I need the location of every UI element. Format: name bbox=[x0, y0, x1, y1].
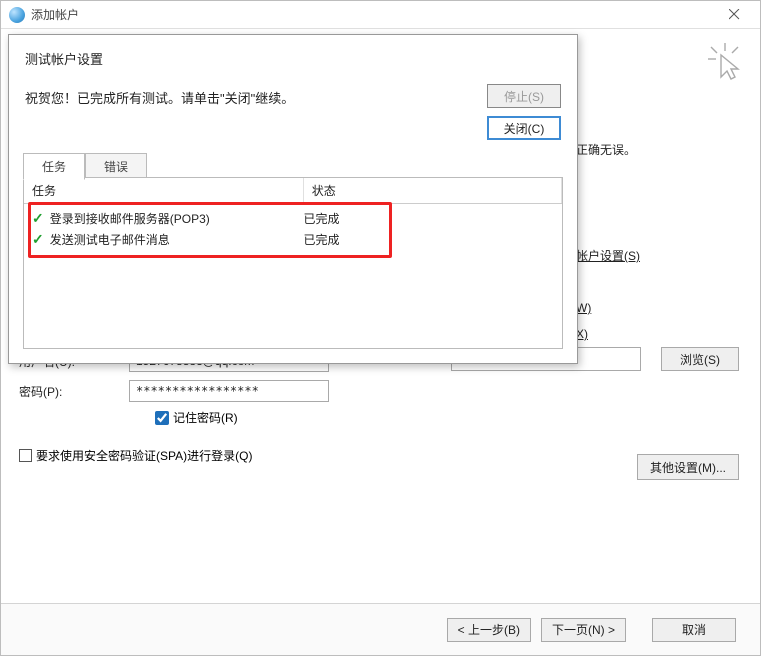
dialog-close-button[interactable]: 关闭(C) bbox=[487, 116, 561, 140]
remember-password-checkbox[interactable] bbox=[155, 411, 169, 425]
password-row: 密码(P): bbox=[19, 380, 742, 402]
task-body: ✓ 登录到接收邮件服务器(POP3) 已完成 ✓ 发送测试电子邮件消息 已完成 bbox=[24, 204, 562, 254]
cancel-label: 取消 bbox=[682, 621, 706, 638]
cancel-button[interactable]: 取消 bbox=[652, 618, 736, 642]
tab-errors[interactable]: 错误 bbox=[85, 153, 147, 179]
dialog-status-text: 祝贺您！已完成所有测试。请单击"关闭"继续。 bbox=[25, 84, 294, 107]
back-button[interactable]: < 上一步(B) bbox=[447, 618, 531, 642]
header-task: 任务 bbox=[24, 178, 304, 203]
remember-password-label: 记住密码(R) bbox=[173, 409, 238, 426]
bg-text-confirm: 正确无误。 bbox=[576, 141, 636, 158]
dialog-title: 测试帐户设置 bbox=[25, 49, 561, 68]
remember-password-row: 记住密码(R) bbox=[155, 409, 238, 426]
tab-errors-label: 错误 bbox=[104, 160, 128, 174]
browse-label: 浏览(S) bbox=[680, 351, 720, 368]
close-icon bbox=[729, 9, 740, 20]
task-header: 任务 状态 bbox=[24, 178, 562, 204]
task-name: 登录到接收邮件服务器(POP3) bbox=[50, 210, 210, 227]
task-status: 已完成 bbox=[303, 231, 554, 248]
back-label: < 上一步(B) bbox=[458, 621, 520, 638]
app-icon bbox=[9, 7, 25, 23]
window-title: 添加帐户 bbox=[31, 6, 79, 23]
header-status: 状态 bbox=[304, 178, 562, 203]
spa-label: 要求使用安全密码验证(SPA)进行登录(Q) bbox=[36, 447, 252, 464]
task-status: 已完成 bbox=[303, 210, 554, 227]
titlebar: 添加帐户 bbox=[1, 1, 760, 29]
cursor-icon bbox=[705, 41, 745, 81]
task-row: ✓ 发送测试电子邮件消息 已完成 bbox=[24, 229, 562, 250]
task-name: 发送测试电子邮件消息 bbox=[50, 231, 170, 248]
task-panel: 任务 状态 ✓ 登录到接收邮件服务器(POP3) 已完成 bbox=[23, 177, 563, 349]
test-dialog: 测试帐户设置 祝贺您！已完成所有测试。请单击"关闭"继续。 停止(S) 关闭(C… bbox=[8, 34, 578, 364]
spa-checkbox[interactable] bbox=[19, 449, 32, 462]
content-area: 正确无误。 帐户设置(S) W) X) 用户名(U): 密码(P): 浏览(S)… bbox=[1, 29, 760, 655]
next-label: 下一页(N) > bbox=[552, 621, 615, 638]
other-settings-label: 其他设置(M)... bbox=[650, 459, 726, 476]
tab-tasks-label: 任务 bbox=[42, 160, 66, 174]
spa-row: 要求使用安全密码验证(SPA)进行登录(Q) bbox=[19, 447, 252, 464]
stop-label: 停止(S) bbox=[504, 88, 544, 105]
main-window: 添加帐户 正确无误。 帐户设置(S) W) X) 用户名(U): 密码(P): … bbox=[0, 0, 761, 656]
window-close-button[interactable] bbox=[714, 2, 754, 28]
password-label: 密码(P): bbox=[19, 383, 129, 400]
account-settings-link[interactable]: 帐户设置(S) bbox=[576, 247, 640, 264]
check-icon: ✓ bbox=[32, 210, 44, 227]
account-settings-label: 帐户设置(S) bbox=[576, 249, 640, 263]
browse-button[interactable]: 浏览(S) bbox=[661, 347, 739, 371]
wizard-bottom-bar: < 上一步(B) 下一页(N) > 取消 bbox=[1, 603, 760, 655]
dialog-tabs: 任务 错误 bbox=[23, 153, 147, 179]
password-input[interactable] bbox=[129, 380, 329, 402]
stop-button[interactable]: 停止(S) bbox=[487, 84, 561, 108]
next-button[interactable]: 下一页(N) > bbox=[541, 618, 626, 642]
task-row: ✓ 登录到接收邮件服务器(POP3) 已完成 bbox=[24, 208, 562, 229]
bg-suffix-w: W) bbox=[576, 301, 591, 315]
dialog-close-label: 关闭(C) bbox=[504, 120, 545, 137]
tab-tasks[interactable]: 任务 bbox=[23, 153, 85, 180]
check-icon: ✓ bbox=[32, 231, 44, 248]
other-settings-button[interactable]: 其他设置(M)... bbox=[637, 454, 739, 480]
